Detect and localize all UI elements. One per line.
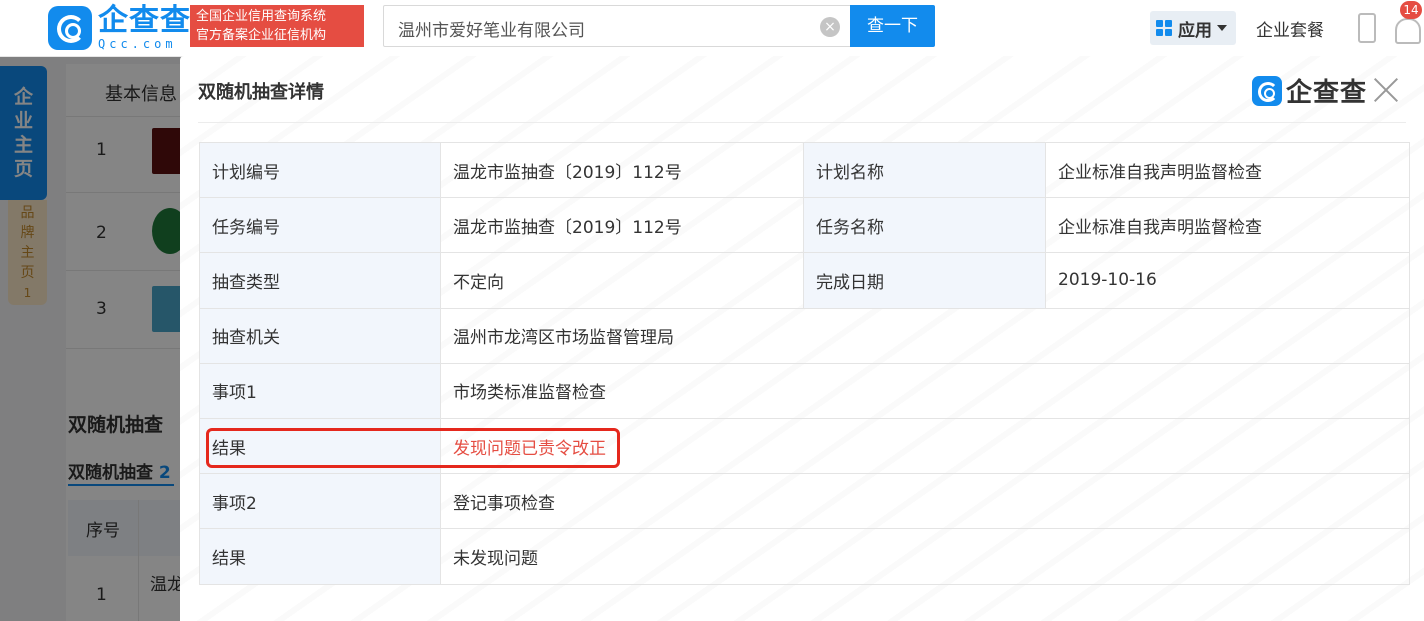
field-value: 企业标准自我声明监督检查 <box>1045 197 1410 254</box>
field-value: 登记事项检查 <box>440 473 1410 530</box>
field-value: 企业标准自我声明监督检查 <box>1045 141 1410 199</box>
field-label: 抽查机关 <box>199 307 441 364</box>
close-icon[interactable] <box>1372 76 1400 104</box>
table-row: 计划编号 温龙市监抽查〔2019〕112号 计划名称 企业标准自我声明监督检查 <box>199 141 1410 199</box>
detail-table: 计划编号 温龙市监抽查〔2019〕112号 计划名称 企业标准自我声明监督检查 … <box>199 141 1410 585</box>
notification-bell-icon[interactable] <box>1395 18 1421 44</box>
field-label: 计划名称 <box>803 141 1046 199</box>
field-value: 温龙市监抽查〔2019〕112号 <box>440 197 804 254</box>
field-label: 完成日期 <box>803 252 1046 309</box>
table-row: 抽查机关 温州市龙湾区市场监督管理局 <box>199 307 1410 364</box>
field-value: 2019-10-16 <box>1045 252 1410 309</box>
divider <box>198 122 1406 123</box>
logo-domain: Qcc.com <box>98 37 177 51</box>
field-value: 温龙市监抽查〔2019〕112号 <box>440 141 804 199</box>
field-value: 温州市龙湾区市场监督管理局 <box>440 307 1410 364</box>
slogan-badge: 全国企业信用查询系统 官方备案企业征信机构 <box>190 5 364 47</box>
field-value: 未发现问题 <box>440 528 1410 585</box>
caret-down-icon <box>1217 25 1227 31</box>
search-button[interactable]: 查一下 <box>850 5 935 47</box>
annotation-highlight-box <box>206 428 620 468</box>
inspection-detail-modal: 双随机抽查详情 企查查 计划编号 温龙市监抽查〔2019〕112号 计划名称 企… <box>180 56 1424 621</box>
clear-icon[interactable]: × <box>820 17 840 37</box>
field-label: 任务名称 <box>803 197 1046 254</box>
packages-link[interactable]: 企业套餐 <box>1256 16 1324 41</box>
qcc-logo[interactable]: 企查查 Qcc.com <box>48 6 191 50</box>
field-value: 不定向 <box>440 252 804 309</box>
table-row: 任务编号 温龙市监抽查〔2019〕112号 任务名称 企业标准自我声明监督检查 <box>199 197 1410 254</box>
field-label: 结果 <box>199 528 441 585</box>
top-navbar: 企查查 Qcc.com 全国企业信用查询系统 官方备案企业征信机构 温州市爱好笔… <box>0 0 1424 57</box>
modal-logo-text: 企查查 <box>1286 78 1368 108</box>
field-label: 抽查类型 <box>199 252 441 309</box>
modal-title: 双随机抽查详情 <box>198 82 324 103</box>
grid-icon <box>1156 20 1172 36</box>
field-label: 事项1 <box>199 362 441 419</box>
field-label: 事项2 <box>199 473 441 530</box>
search-input[interactable]: 温州市爱好笔业有限公司 × <box>383 5 851 47</box>
table-row: 抽查类型 不定向 完成日期 2019-10-16 <box>199 252 1410 309</box>
mobile-app-icon[interactable] <box>1358 13 1376 43</box>
qcc-logo-icon <box>48 6 92 50</box>
qcc-logo: 企查查 <box>1252 72 1367 109</box>
table-row: 事项2 登记事项检查 <box>199 473 1410 530</box>
search-input-value: 温州市爱好笔业有限公司 <box>398 21 585 41</box>
apps-dropdown[interactable]: 应用 <box>1150 11 1236 45</box>
field-label: 计划编号 <box>199 141 441 199</box>
table-row: 事项1 市场类标准监督检查 <box>199 362 1410 419</box>
table-row: 结果 未发现问题 <box>199 528 1410 585</box>
apps-label: 应用 <box>1178 20 1212 41</box>
notification-count-badge: 14 <box>1400 1 1422 19</box>
logo-title: 企查查 <box>98 3 191 38</box>
qcc-logo-icon <box>1252 75 1282 106</box>
field-value: 市场类标准监督检查 <box>440 362 1410 419</box>
field-label: 任务编号 <box>199 197 441 254</box>
